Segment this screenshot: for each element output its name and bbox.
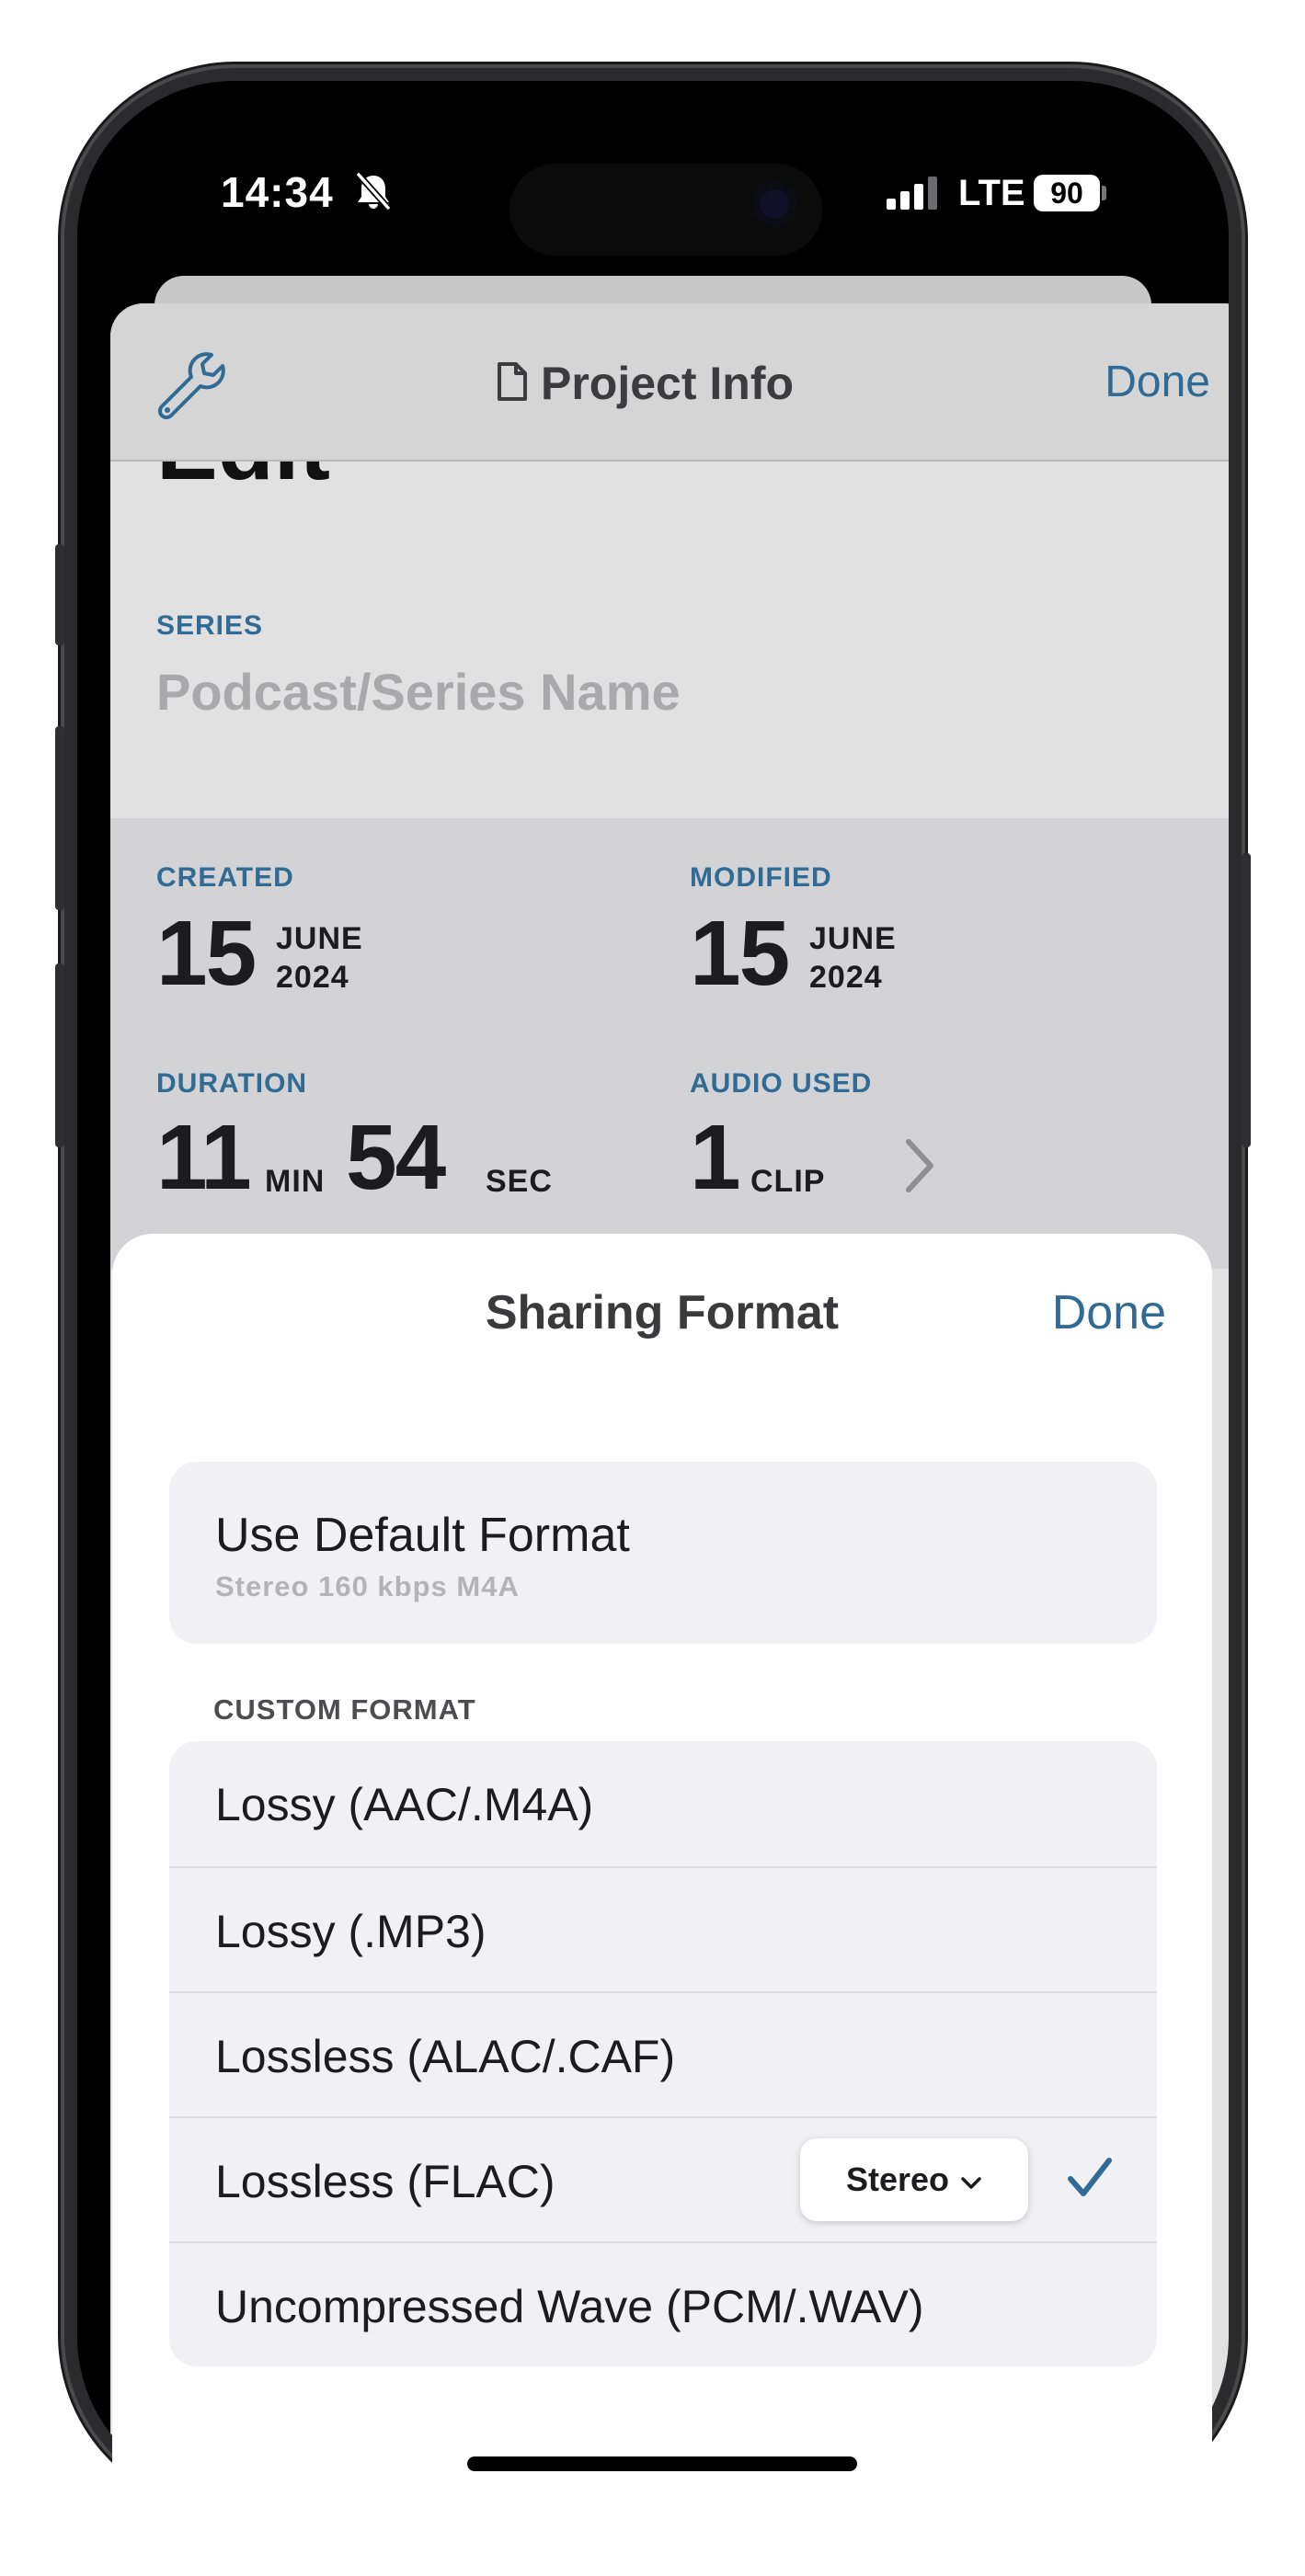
audio-used-unit[interactable]: CLIP — [750, 1164, 825, 1200]
modified-year: 2024 — [809, 960, 883, 995]
duration-seconds: 54 — [346, 1106, 446, 1209]
format-option-wave-pcm[interactable]: Uncompressed Wave (PCM/.WAV) — [169, 2241, 1157, 2366]
battery-icon: 90 — [1034, 175, 1100, 211]
created-month-year: JUNE 2024 — [276, 919, 363, 997]
custom-format-header: CUSTOM FORMAT — [213, 1693, 476, 1726]
signal-icon — [887, 175, 942, 216]
status-time: 14:34 — [221, 168, 334, 216]
channel-select[interactable]: Stereo — [800, 2138, 1028, 2221]
custom-format-list: Lossy (AAC/.M4A) Lossy (.MP3) Lossless (… — [169, 1741, 1157, 2366]
format-option-lossless-alac[interactable]: Lossless (ALAC/.CAF) — [169, 1991, 1157, 2118]
created-year: 2024 — [276, 960, 349, 995]
audio-used-label: AUDIO USED — [690, 1068, 873, 1099]
duration-sec-unit: SEC — [486, 1164, 553, 1199]
chevron-down-icon — [960, 2160, 982, 2199]
format-option-label: Lossy (.MP3) — [215, 1906, 487, 1957]
document-icon — [497, 361, 528, 406]
project-info-done-button[interactable]: Done — [1105, 357, 1210, 407]
duration-label: DURATION — [156, 1068, 308, 1099]
format-option-lossy-aac[interactable]: Lossy (AAC/.M4A) — [169, 1741, 1157, 1866]
format-option-label: Lossless (FLAC) — [215, 2156, 555, 2207]
created-day: 15 — [156, 902, 257, 1005]
created-month: JUNE — [276, 921, 363, 956]
checkmark-icon — [1065, 2153, 1115, 2207]
format-option-lossy-mp3[interactable]: Lossy (.MP3) — [169, 1866, 1157, 1993]
audio-used-count[interactable]: 1 — [690, 1105, 741, 1211]
format-option-label: Lossless (ALAC/.CAF) — [215, 2031, 676, 2082]
modified-month: JUNE — [809, 921, 897, 956]
home-indicator[interactable] — [467, 2456, 857, 2471]
format-option-label: Uncompressed Wave (PCM/.WAV) — [215, 2281, 924, 2332]
sharing-format-sheet: Sharing Format Done Use Default Format S… — [112, 1234, 1212, 2576]
chevron-right-icon[interactable] — [901, 1136, 938, 1200]
action-button — [55, 544, 64, 645]
channel-select-value: Stereo — [845, 2160, 950, 2198]
power-button — [1242, 853, 1251, 1147]
wrench-icon[interactable] — [155, 349, 228, 427]
created-label: CREATED — [156, 862, 294, 893]
default-format-title: Use Default Format — [215, 1509, 630, 1562]
camera-icon — [752, 182, 796, 226]
sharing-format-done-button[interactable]: Done — [1052, 1285, 1166, 1340]
modified-day: 15 — [690, 902, 790, 1005]
battery-tip — [1102, 186, 1106, 200]
modified-month-year: JUNE 2024 — [809, 919, 897, 997]
bell-slash-icon — [353, 171, 394, 216]
project-stats-panel: CREATED 15 JUNE 2024 MODIFIED 15 JUNE 20… — [110, 818, 1229, 1269]
duration-min-unit: MIN — [265, 1164, 326, 1199]
project-info-title-text: Project Info — [541, 358, 795, 409]
sharing-format-title: Sharing Format — [485, 1286, 840, 1339]
project-info-nav-bar: Project Info Done — [110, 303, 1229, 462]
project-info-title: Project Info — [497, 357, 794, 410]
network-type: LTE — [958, 173, 1025, 213]
default-format-subtitle: Stereo 160 kbps M4A — [215, 1570, 520, 1602]
series-label: SERIES — [156, 610, 264, 641]
format-option-lossless-flac[interactable]: Lossless (FLAC) Stereo — [169, 2116, 1157, 2243]
series-name-input[interactable]: Podcast/Series Name — [156, 662, 681, 722]
volume-down-button — [55, 963, 64, 1147]
volume-up-button — [55, 726, 64, 910]
format-option-label: Lossy (AAC/.M4A) — [215, 1779, 594, 1830]
modified-label: MODIFIED — [690, 862, 832, 893]
default-format-group[interactable]: Use Default Format Stereo 160 kbps M4A — [169, 1462, 1157, 1644]
duration-minutes: 11 — [156, 1106, 252, 1209]
